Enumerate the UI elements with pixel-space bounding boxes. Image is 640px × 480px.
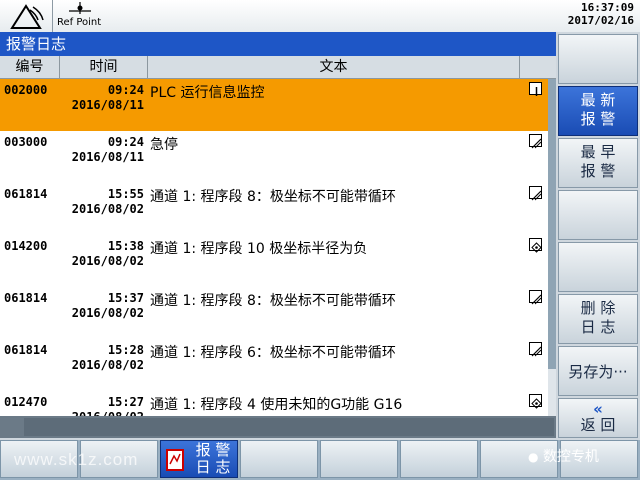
table-row[interactable]: 003000 09:24 2016/08/11 急停 [0,131,548,183]
softkey-v4[interactable] [558,190,638,240]
window-title: 报警日志 [0,32,556,56]
ref-point-label: Ref Point [57,17,102,28]
list-scrollbar[interactable] [548,79,556,416]
clock-time: 16:37:09 [581,1,634,14]
reset-icon [529,290,542,305]
softkey-v1[interactable] [558,34,638,84]
alarm-timestamp: 15:38 2016/08/02 [60,239,144,269]
softkey-h6[interactable] [400,440,478,478]
message-line [0,416,556,438]
delete-label-2: 日 志 [580,318,616,336]
alarm-log-tab[interactable]: 报 警 日 志 [160,440,238,478]
newest-alarm-button[interactable]: 最 新 报 警 [558,86,638,136]
ref-point-indicator: Ref Point [52,0,105,32]
alarm-date: 2016/08/02 [71,358,144,372]
alarm-time: 15:55 [107,187,144,201]
top-status-bar: Ref Point 16:37:09 2017/02/16 [0,0,640,32]
table-row[interactable]: 002000 09:24 2016/08/11 PLC 运行信息监控 [0,79,548,131]
softkey-h5[interactable] [320,440,398,478]
alarm-timestamp: 15:37 2016/08/02 [60,291,144,321]
table-row[interactable]: 012470 15:272016/08/02 通道 1: 程序段 4 使用未知的G功… [0,391,548,416]
column-header-time: 时间 [60,56,148,78]
alarm-text: 通道 1: 程序段 6：极坐标不可能带循环 [150,345,396,361]
alarm-text: PLC 运行信息监控 [150,85,265,101]
alarm-code: 061814 [4,343,48,357]
cancel-icon [529,238,542,253]
wechat-watermark-text: 数控专机 [542,449,599,465]
softkey-h4[interactable] [240,440,318,478]
save-as-button[interactable]: 另存为··· [558,346,638,396]
newest-label-2: 报 警 [580,110,616,128]
alarm-code: 061814 [4,291,48,305]
alarm-text: 急停 [150,137,178,153]
newest-label-1: 最 新 [580,91,616,109]
alarm-date: 2016/08/11 [71,98,144,112]
log-icon [166,449,184,471]
alarm-timestamp: 15:55 2016/08/02 [60,187,144,217]
delete-log-button[interactable]: 删 除 日 志 [558,294,638,344]
info-icon [529,82,542,96]
alarm-log-label-2: 日 志 [195,458,231,476]
alarm-warning-icon [10,4,44,29]
alarm-text: 通道 1: 程序段 10 极坐标半径为负 [150,241,368,257]
back-button[interactable]: « 返 回 [558,398,638,438]
softkey-v5[interactable] [558,242,638,292]
table-row[interactable]: 061814 15:55 2016/08/02 通道 1: 程序段 8：极坐标不可能带… [0,183,548,235]
watermark: www.sk1z.com [14,450,139,469]
alarm-text: 通道 1: 程序段 8：极坐标不可能带循环 [150,293,396,309]
alarm-time: 15:28 [107,343,144,357]
table-row[interactable]: 014200 15:38 2016/08/02 通道 1: 程序段 10 极坐标半径为… [0,235,548,287]
alarm-time: 15:37 [107,291,144,305]
alarm-code: 012470 [4,395,48,409]
ref-point-icon [69,2,91,14]
table-row[interactable]: 061814 15:37 2016/08/02 通道 1: 程序段 8：极坐标不可能带… [0,287,548,339]
alarm-code: 002000 [4,83,48,97]
alarm-log-label-1: 报 警 [195,441,231,459]
oldest-label-2: 报 警 [580,162,616,180]
save-as-label: 另存为··· [568,363,628,381]
alarm-timestamp: 09:24 2016/08/11 [60,135,144,165]
alarm-date: 2016/08/02 [71,306,144,320]
table-row[interactable]: 061814 15:28 2016/08/02 通道 1: 程序段 6：极坐标不可能带… [0,339,548,391]
back-arrow-icon: « [593,400,603,418]
alarm-time: 15:38 [107,239,144,253]
alarm-text: 通道 1: 程序段 8：极坐标不可能带循环 [150,189,396,205]
alarm-code: 014200 [4,239,48,253]
alarm-timestamp: 15:272016/08/02 [60,395,144,416]
oldest-label-1: 最 早 [580,143,616,161]
cancel-icon [529,394,542,409]
alarm-date: 2016/08/02 [71,202,144,216]
column-header-code: 编号 [0,56,60,78]
alarm-code: 061814 [4,187,48,201]
alarm-code: 003000 [4,135,48,149]
table-header: 编号 时间 文本 [0,56,556,79]
alarm-text: 通道 1: 程序段 4 使用未知的G功能 G16 [150,397,403,413]
column-header-text: 文本 [148,56,520,78]
delete-label-1: 删 除 [580,299,616,317]
reset-icon [529,186,542,201]
reset-icon [529,342,542,357]
oldest-alarm-button[interactable]: 最 早 报 警 [558,138,638,188]
alarm-time: 09:24 [107,83,144,97]
scrollbar-thumb[interactable] [548,79,556,369]
alarm-log-list[interactable]: 002000 09:24 2016/08/11 PLC 运行信息监控 003000 09… [0,79,548,416]
alarm-timestamp: 15:28 2016/08/02 [60,343,144,373]
back-label: 返 回 [580,416,616,434]
message-line-field [24,418,554,436]
alarm-time: 15:27 [107,395,144,409]
alarm-timestamp: 09:24 2016/08/11 [60,83,144,113]
wechat-icon: ● [528,450,539,464]
alarm-date: 2016/08/02 [71,254,144,268]
wechat-watermark: ● 数控专机 [528,446,599,466]
clock: 16:37:09 2017/02/16 [568,1,634,27]
reset-icon [529,134,542,149]
alarm-date: 2016/08/11 [71,150,144,164]
clock-date: 2017/02/16 [567,14,634,27]
alarm-time: 09:24 [107,135,144,149]
